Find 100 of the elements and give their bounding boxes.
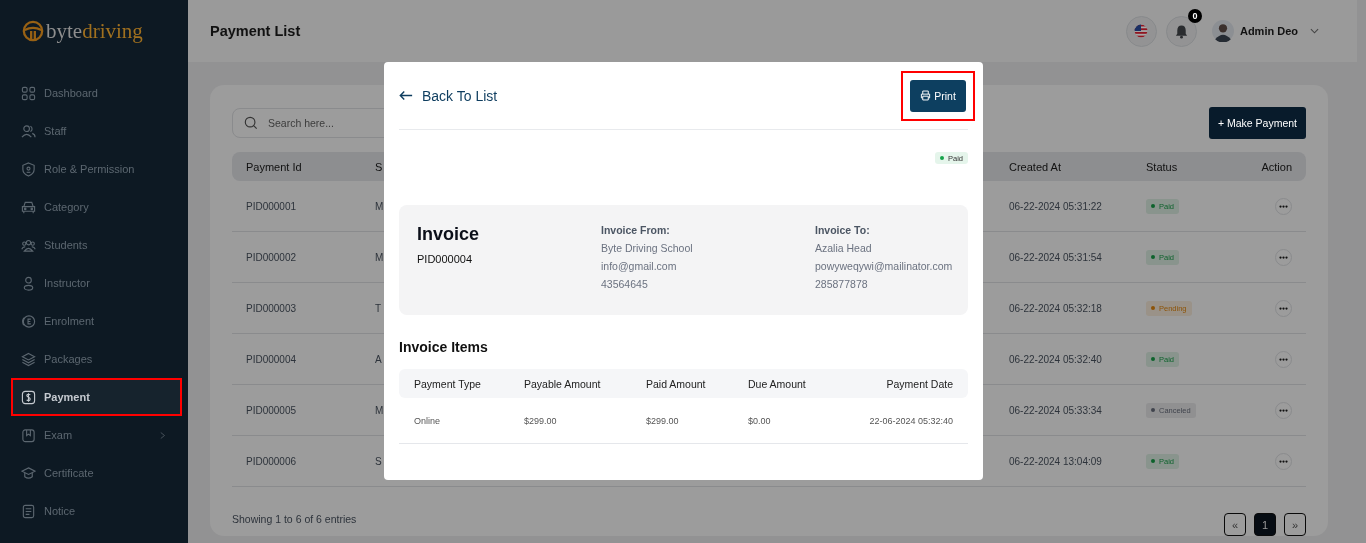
table-cell: PID000005 — [246, 404, 297, 416]
invoice-to-line: powyweqywi@mailinator.com — [815, 259, 953, 274]
column-header: Due Amount — [748, 377, 807, 390]
invoice-from-line: info@gmail.com — [601, 259, 678, 274]
arrow-left-icon — [399, 90, 413, 101]
table-cell: 06-22-2024 05:31:22 — [1009, 200, 1102, 212]
invoice-to-line: 285877878 — [815, 277, 869, 292]
more-icon — [1279, 306, 1288, 310]
sidebar-item[interactable]: Instructor — [13, 266, 180, 300]
column-header: Payment Type — [414, 377, 482, 390]
sidebar-item[interactable]: Role & Permission — [13, 152, 180, 186]
column-header: Created At — [1009, 160, 1062, 173]
column-header: Payment Id — [246, 160, 303, 173]
users-icon — [21, 123, 36, 139]
invoice-from-heading: Invoice From: — [601, 224, 671, 236]
table-cell: PID000003 — [246, 302, 297, 314]
invoice-from-line: 43564645 — [601, 277, 649, 292]
notification-button[interactable] — [1165, 15, 1197, 47]
more-icon — [1279, 255, 1288, 259]
sidebar-item[interactable]: Dashboard — [13, 76, 180, 110]
more-options-button[interactable] — [1275, 299, 1292, 317]
page-button[interactable]: » — [1284, 513, 1306, 536]
table-cell: PID000006 — [246, 455, 297, 467]
invoice-from-line: Byte Driving School — [601, 241, 694, 256]
table-cell: A — [375, 353, 382, 365]
table-cell: M — [375, 251, 384, 263]
document-icon — [21, 503, 36, 519]
sidebar-item[interactable]: Packages — [13, 342, 180, 376]
column-header: S — [375, 160, 384, 173]
logo-text: bytedriving — [46, 18, 143, 43]
shield-icon — [21, 161, 36, 177]
sidebar-item[interactable]: Staff — [13, 114, 180, 148]
book-icon — [21, 427, 36, 443]
bell-icon — [1173, 23, 1189, 39]
page-button[interactable]: 1 — [1254, 513, 1276, 536]
flag-icon — [1133, 23, 1150, 39]
column-header: Payment Date — [886, 377, 953, 390]
table-cell-text: $0.00 — [748, 415, 772, 426]
table-cell: 22-06-2024 05:32:40 — [869, 415, 953, 426]
group-icon — [21, 237, 36, 253]
table-cell: PID000001 — [246, 200, 297, 212]
invoice-title: Invoice — [417, 224, 481, 245]
graduation-cap-icon — [21, 465, 36, 481]
sidebar-item[interactable]: Certificate — [13, 456, 180, 490]
sidebar-item[interactable]: Category — [13, 190, 180, 224]
table-cell: 06-22-2024 05:31:54 — [1009, 251, 1102, 263]
invoice-to-line: Azalia Head — [815, 241, 873, 256]
chevron-down-icon[interactable] — [1310, 28, 1319, 34]
grid-icon — [21, 85, 36, 101]
column-header: Status — [1146, 160, 1179, 173]
more-options-button[interactable] — [1275, 452, 1292, 470]
column-header: Paid Amount — [646, 377, 707, 390]
dollar-icon — [21, 389, 36, 405]
printer-icon — [920, 90, 932, 101]
back-to-list-link[interactable]: Back To List — [399, 87, 498, 104]
more-options-button[interactable] — [1275, 350, 1292, 368]
page-title: Payment List — [210, 23, 301, 39]
sidebar-item[interactable]: Enrolment — [13, 304, 180, 338]
car-icon — [21, 199, 36, 215]
table-cell: 06-22-2024 05:33:34 — [1009, 404, 1102, 416]
layers-icon — [21, 351, 36, 367]
page-button[interactable]: « — [1224, 513, 1246, 536]
print-button[interactable]: Print — [910, 79, 966, 112]
more-options-button[interactable] — [1275, 248, 1292, 266]
table-cell: M — [375, 404, 384, 416]
more-icon — [1279, 204, 1288, 208]
more-icon — [1279, 357, 1288, 361]
table-cell-text: Online — [414, 415, 441, 426]
more-options-button[interactable] — [1275, 401, 1292, 419]
table-cell-text: $299.00 — [524, 415, 558, 426]
table-cell: 06-22-2024 05:32:40 — [1009, 353, 1102, 365]
table-cell: T — [375, 302, 382, 314]
chevron-right-icon — [160, 430, 166, 440]
more-icon — [1279, 408, 1288, 412]
user-name[interactable]: Admin Deo — [1239, 25, 1298, 37]
table-cell-text: $299.00 — [646, 415, 680, 426]
make-payment-button[interactable]: + Make Payment — [1208, 107, 1306, 139]
notification-count: 0 — [1187, 8, 1202, 23]
sidebar-item[interactable]: Students — [13, 228, 180, 262]
entries-info: Showing 1 to 6 of 6 entries — [232, 512, 357, 525]
invoice-to-heading: Invoice To: — [815, 224, 871, 236]
search-icon — [244, 116, 258, 130]
sidebar-item[interactable]: Payment — [13, 380, 180, 414]
person-icon — [21, 275, 36, 291]
table-cell: 06-22-2024 13:04:09 — [1009, 455, 1102, 467]
table-cell: M — [375, 200, 384, 212]
sidebar-item[interactable]: Notice — [13, 494, 180, 528]
language-button[interactable] — [1125, 15, 1157, 47]
invoice-items-title: Invoice Items — [399, 339, 489, 355]
column-header: Action — [1261, 160, 1292, 173]
invoice-id: PID000004 — [417, 253, 474, 265]
table-cell: S — [375, 455, 382, 467]
more-options-button[interactable] — [1275, 197, 1292, 215]
table-cell: 06-22-2024 05:32:18 — [1009, 302, 1102, 314]
more-icon — [1279, 459, 1288, 463]
steering-wheel-icon — [22, 19, 44, 42]
avatar-icon — [1211, 20, 1234, 42]
sidebar-item[interactable]: Exam — [13, 418, 180, 452]
table-cell: PID000002 — [246, 251, 297, 263]
badge-icon — [21, 313, 36, 329]
